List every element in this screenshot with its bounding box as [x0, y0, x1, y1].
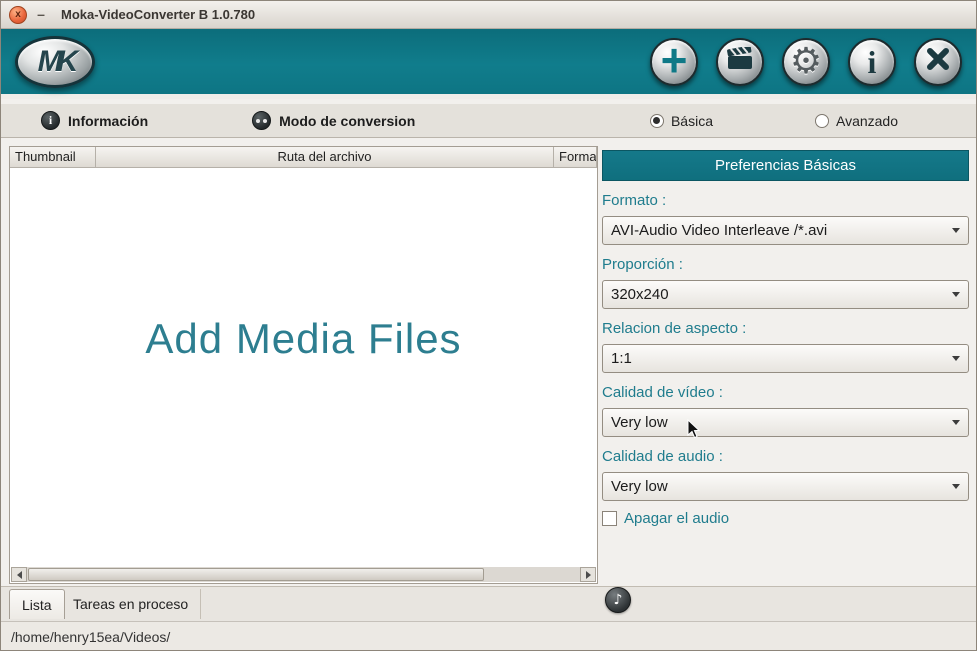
radio-advanced-label: Avanzado: [835, 112, 898, 129]
scrollbar-thumb[interactable]: [28, 568, 485, 581]
quit-button[interactable]: [914, 37, 962, 86]
aspect-ratio-field-group: Relacion de aspecto : 1:1: [602, 320, 969, 373]
info-button[interactable]: i: [848, 37, 896, 86]
settings-button[interactable]: ⚙: [782, 37, 830, 86]
mode-radio-group: Básica Avanzado: [649, 112, 976, 129]
left-arrow-icon: [16, 570, 22, 579]
radio-advanced-circle: [814, 113, 829, 128]
window-title: Moka-VideoConverter B 1.0.780: [61, 7, 256, 22]
audio-quality-field-group: Calidad de audio : Very low: [602, 448, 969, 501]
conversion-mode-icon: [252, 111, 272, 130]
format-field-group: Formato : AVI-Audio Video Interleave /*.…: [602, 192, 969, 245]
app-logo: MK: [15, 35, 95, 88]
chevron-down-icon: [952, 228, 960, 233]
info-icon: i: [867, 43, 877, 80]
menu-conversion-label: Modo de conversion: [279, 112, 416, 129]
audio-off-label: Apagar el audio: [624, 510, 730, 527]
gear-icon: ⚙: [789, 40, 823, 82]
close-x-icon: [925, 46, 951, 77]
radio-basic[interactable]: Básica: [649, 112, 713, 129]
menu-item-conversion-mode[interactable]: Modo de conversion: [252, 111, 415, 130]
window-close-button[interactable]: x: [9, 5, 27, 24]
radio-basic-label: Básica: [670, 112, 713, 129]
logo-text: MK: [37, 44, 79, 78]
proportion-select[interactable]: 320x240: [602, 280, 969, 309]
video-quality-label: Calidad de vídeo :: [602, 384, 723, 401]
radio-basic-circle: [649, 113, 664, 128]
media-file-table: Thumbnail Ruta del archivo Formato Add M…: [9, 146, 598, 584]
column-header-format[interactable]: Formato: [554, 147, 597, 167]
statusbar: /home/henry15ea/Videos/: [1, 621, 976, 650]
info-orb-icon: i: [41, 111, 60, 130]
tab-list-label: Lista: [22, 596, 52, 613]
tab-tasks-in-progress[interactable]: Tareas en proceso: [61, 589, 202, 619]
menu-item-information[interactable]: i Información: [41, 111, 148, 130]
clapperboard-icon: [726, 45, 754, 76]
scroll-left-button[interactable]: [11, 567, 27, 582]
video-quality-value: Very low: [611, 414, 668, 431]
bottom-tabs-bar: Lista Tareas en proceso: [1, 586, 976, 621]
proportion-value: 320x240: [611, 286, 669, 303]
app-header: MK + ⚙ i: [1, 29, 976, 99]
column-header-file-path[interactable]: Ruta del archivo: [96, 147, 554, 167]
basic-preferences-panel: Preferencias Básicas Formato : AVI-Audio…: [602, 150, 969, 527]
menu-information-label: Información: [68, 112, 149, 129]
audio-toggle-button[interactable]: ♪: [605, 587, 631, 613]
app-window: x – Moka-VideoConverter B 1.0.780 MK + ⚙…: [0, 0, 977, 651]
chevron-down-icon: [952, 356, 960, 361]
empty-state-text: Add Media Files: [145, 315, 462, 362]
audio-off-row: Apagar el audio: [602, 510, 969, 527]
close-icon: x: [15, 8, 21, 20]
aspect-ratio-select[interactable]: 1:1: [602, 344, 969, 373]
music-note-icon: ♪: [613, 592, 623, 608]
aspect-ratio-value: 1:1: [611, 350, 632, 367]
tab-tasks-label: Tareas en proceso: [73, 596, 189, 612]
audio-quality-label: Calidad de audio :: [602, 448, 723, 465]
proportion-label: Proporción :: [602, 256, 683, 273]
audio-quality-value: Very low: [611, 478, 668, 495]
video-quality-field-group: Calidad de vídeo : Very low: [602, 384, 969, 437]
plus-icon: +: [660, 33, 688, 86]
chevron-down-icon: [952, 420, 960, 425]
proportion-field-group: Proporción : 320x240: [602, 256, 969, 309]
chevron-down-icon: [952, 484, 960, 489]
chevron-down-icon: [952, 292, 960, 297]
column-header-thumbnail[interactable]: Thumbnail: [10, 147, 96, 167]
horizontal-scrollbar[interactable]: [11, 567, 596, 582]
preferences-panel-title: Preferencias Básicas: [602, 150, 969, 181]
header-toolbar: + ⚙ i: [650, 33, 962, 86]
format-value: AVI-Audio Video Interleave /*.avi: [611, 222, 828, 239]
audio-off-checkbox[interactable]: [602, 511, 617, 526]
current-path: /home/henry15ea/Videos/: [11, 629, 171, 645]
format-select[interactable]: AVI-Audio Video Interleave /*.avi: [602, 216, 969, 245]
add-media-button[interactable]: +: [650, 33, 698, 86]
titlebar: x – Moka-VideoConverter B 1.0.780: [1, 1, 976, 29]
right-arrow-icon: [585, 570, 591, 579]
format-label: Formato :: [602, 192, 667, 209]
window-minimize-button[interactable]: –: [31, 6, 51, 24]
scroll-right-button[interactable]: [580, 567, 596, 582]
convert-button[interactable]: [716, 37, 764, 86]
tab-list[interactable]: Lista: [9, 589, 65, 619]
video-quality-select[interactable]: Very low: [602, 408, 969, 437]
minimize-icon: –: [37, 5, 45, 22]
audio-quality-select[interactable]: Very low: [602, 472, 969, 501]
menubar: i Información Modo de conversion Básica …: [1, 104, 976, 138]
aspect-ratio-label: Relacion de aspecto :: [602, 320, 747, 337]
radio-advanced[interactable]: Avanzado: [814, 112, 898, 129]
table-header-row: Thumbnail Ruta del archivo Formato: [10, 147, 597, 168]
